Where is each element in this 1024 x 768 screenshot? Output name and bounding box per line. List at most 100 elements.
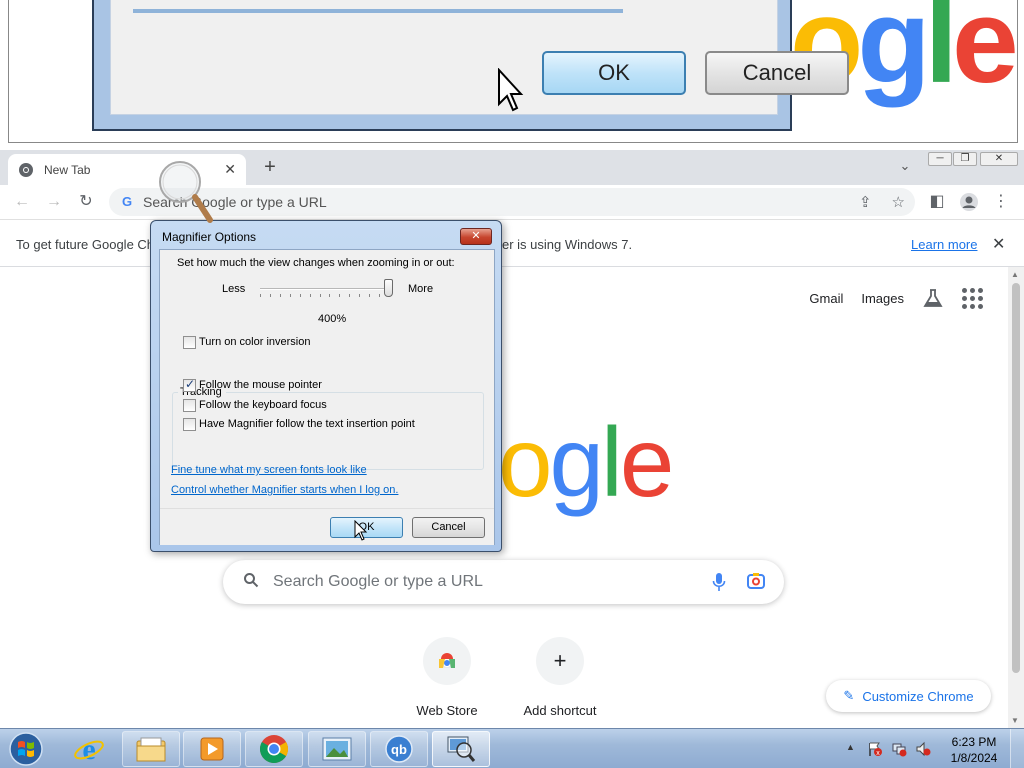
bookmark-star-icon[interactable]: ☆ [892, 193, 905, 211]
slider-less-label: Less [222, 283, 246, 295]
shortcut-label: Add shortcut [523, 703, 597, 718]
voice-search-icon[interactable] [712, 572, 726, 597]
taskbar-media-player[interactable] [183, 731, 241, 767]
svg-text:x: x [876, 750, 880, 757]
share-icon[interactable]: ⇪ [859, 193, 872, 211]
follow-text-insertion-checkbox[interactable] [183, 418, 196, 431]
media-player-icon [200, 737, 224, 761]
start-button[interactable] [4, 731, 48, 767]
infobar-message-start: To get future Google Ch [16, 237, 155, 252]
customize-chrome-label: Customize Chrome [862, 688, 974, 704]
google-g-icon: G [121, 194, 133, 209]
google-lens-icon[interactable] [746, 571, 766, 591]
magnified-ok-button: OK [542, 51, 686, 95]
taskbar-chrome[interactable] [245, 731, 303, 767]
forward-icon[interactable]: → [44, 192, 64, 212]
follow-text-insertion-label: Have Magnifier follow the text insertion… [199, 418, 415, 430]
system-tray: ▲ x 6:23 PM 1/8/2024 [840, 729, 1024, 768]
images-link[interactable]: Images [861, 291, 904, 306]
volume-muted-icon[interactable] [915, 741, 931, 757]
learn-more-link[interactable]: Learn more [911, 237, 977, 252]
zoom-slider-ticks [260, 294, 390, 298]
minimize-button[interactable]: ─ [928, 152, 952, 166]
close-window-button[interactable]: ✕ [980, 152, 1018, 166]
magnified-dialog: OK Cancel [92, 0, 849, 131]
clock-date[interactable]: 1/8/2024 [944, 751, 1004, 765]
taskbar: e qb ▲ x 6:23 PM 1/8/2024 [0, 728, 1024, 768]
dialog-close-button[interactable]: ✕ [460, 228, 492, 245]
google-apps-icon[interactable] [962, 287, 983, 309]
zoom-value: 400% [318, 313, 347, 325]
taskbar-internet-explorer[interactable]: e [60, 731, 118, 767]
logo-letter: g [549, 407, 604, 517]
shortcut-add[interactable]: + Add shortcut [505, 637, 615, 718]
qbittorrent-icon-text: qb [391, 742, 407, 757]
menu-kebab-icon[interactable]: ⋮ [991, 192, 1011, 212]
ntp-search-box[interactable]: Search Google or type a URL [223, 560, 784, 604]
qbittorrent-icon: qb [385, 735, 413, 763]
plus-icon: + [536, 637, 584, 685]
cancel-button[interactable]: Cancel [412, 517, 485, 538]
address-bar[interactable]: G Search Google or type a URL ⇪ ☆ [109, 188, 915, 216]
taskbar-qbittorrent[interactable]: qb [370, 731, 428, 767]
labs-flask-icon[interactable] [922, 287, 944, 309]
internet-explorer-icon: e [74, 733, 104, 765]
zoom-slider-thumb[interactable] [384, 279, 393, 297]
dialog-title: Magnifier Options [162, 230, 257, 244]
new-tab-button[interactable]: + [258, 156, 282, 180]
customize-chrome-button[interactable]: ✎ Customize Chrome [826, 680, 991, 712]
taskbar-magnifier[interactable] [432, 731, 490, 767]
slider-more-label: More [408, 283, 434, 295]
logo-letter: l [601, 407, 623, 517]
network-icon[interactable] [891, 741, 907, 757]
taskbar-photo-viewer[interactable] [308, 731, 366, 767]
dialog-body: Set how much the view changes when zoomi… [159, 249, 495, 545]
fine-tune-fonts-link[interactable]: Fine tune what my screen fonts look like [171, 464, 367, 476]
show-hidden-icons-icon[interactable]: ▲ [846, 742, 855, 752]
taskbar-file-explorer[interactable] [122, 731, 180, 767]
action-center-flag-icon[interactable]: x [867, 741, 883, 757]
magnifier-startup-link[interactable]: Control whether Magnifier starts when I … [171, 484, 398, 496]
scroll-up-icon[interactable]: ▲ [1011, 270, 1019, 279]
clock-time[interactable]: 6:23 PM [948, 735, 1000, 749]
follow-mouse-label: Follow the mouse pointer [199, 379, 322, 391]
photo-viewer-icon [322, 737, 352, 761]
follow-mouse-checkbox[interactable] [183, 377, 196, 392]
magnifier-options-dialog: Magnifier Options ✕ Set how much the vie… [150, 220, 502, 552]
web-store-icon [423, 637, 471, 685]
reload-icon[interactable]: ↻ [76, 192, 96, 212]
color-inversion-checkbox[interactable] [183, 336, 196, 349]
shortcut-label: Web Store [416, 703, 478, 718]
tab-strip: New Tab ✕ + ⌄ ─ ❐ ✕ [0, 150, 1024, 185]
search-icon [243, 572, 259, 593]
dialog-button-bar: OK Cancel [160, 508, 494, 545]
infobar-close-icon[interactable]: ✕ [992, 234, 1005, 254]
follow-keyboard-checkbox[interactable] [183, 399, 196, 412]
tab-close-icon[interactable]: ✕ [224, 161, 236, 178]
back-icon[interactable]: ← [12, 192, 32, 212]
logo-letter: e [619, 407, 674, 517]
logo-letter: o [498, 407, 552, 517]
file-explorer-icon [136, 737, 166, 762]
magnifier-view: ogle OK Cancel [0, 0, 1024, 150]
restore-button[interactable]: ❐ [953, 152, 977, 166]
profile-avatar-icon[interactable] [959, 192, 979, 212]
zoom-prompt: Set how much the view changes when zoomi… [177, 257, 455, 269]
zoom-slider-track[interactable] [260, 288, 390, 290]
chrome-icon [260, 735, 288, 763]
side-panel-icon[interactable]: ◧ [927, 192, 947, 212]
tab-title: New Tab [44, 162, 91, 177]
show-desktop-button[interactable] [1010, 729, 1024, 768]
svg-text:e: e [82, 733, 95, 765]
ntp-header-links: Gmail Images [809, 287, 983, 309]
shortcut-web-store[interactable]: Web Store [392, 637, 502, 718]
magnified-cancel-button: Cancel [705, 51, 849, 95]
page-scrollbar[interactable]: ▲ ▼ [1008, 267, 1024, 728]
magnifier-glass-icon[interactable] [158, 160, 218, 230]
scroll-down-icon[interactable]: ▼ [1011, 716, 1019, 725]
magnifier-icon [447, 736, 476, 762]
scrollbar-thumb[interactable] [1012, 283, 1020, 673]
ntp-search-placeholder: Search Google or type a URL [273, 573, 483, 590]
tab-search-icon[interactable]: ⌄ [895, 158, 915, 178]
gmail-link[interactable]: Gmail [809, 291, 843, 306]
